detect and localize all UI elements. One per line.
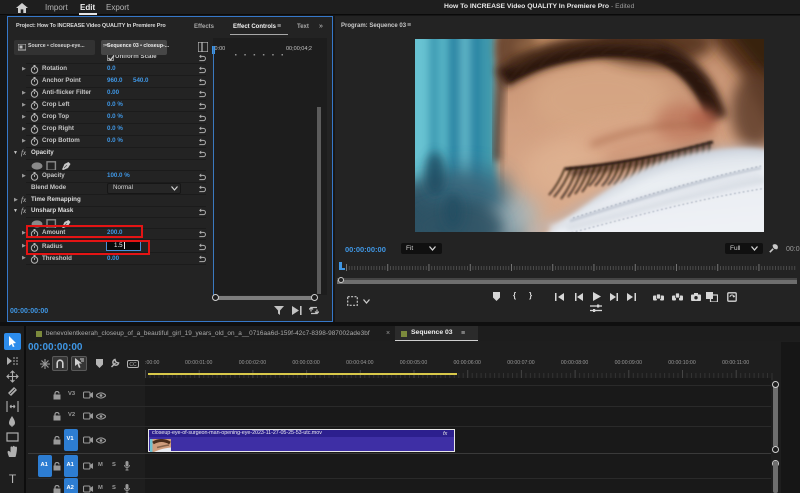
svg-text:00:00:03:00: 00:00:03:00 [292, 360, 320, 366]
svg-text:00:00:02:00: 00:00:02:00 [239, 360, 267, 366]
svg-text:00:00:07:00: 00:00:07:00 [507, 360, 535, 366]
svg-text:00:00:09:00: 00:00:09:00 [615, 360, 643, 366]
svg-text:00:00:11:00: 00:00:11:00 [722, 360, 749, 366]
svg-text::00:00: :00:00 [145, 360, 160, 366]
svg-text:00:00:06:00: 00:00:06:00 [453, 360, 481, 366]
svg-text:00:00:04:00: 00:00:04:00 [346, 360, 374, 366]
svg-text:T: T [9, 472, 17, 485]
svg-text:00:00:10:00: 00:00:10:00 [668, 360, 696, 366]
svg-text:00:00:01:00: 00:00:01:00 [185, 360, 213, 366]
svg-text:CC: CC [129, 362, 137, 368]
svg-text:00:00:05:00: 00:00:05:00 [400, 360, 428, 366]
svg-text:00:00:08:00: 00:00:08:00 [561, 360, 589, 366]
